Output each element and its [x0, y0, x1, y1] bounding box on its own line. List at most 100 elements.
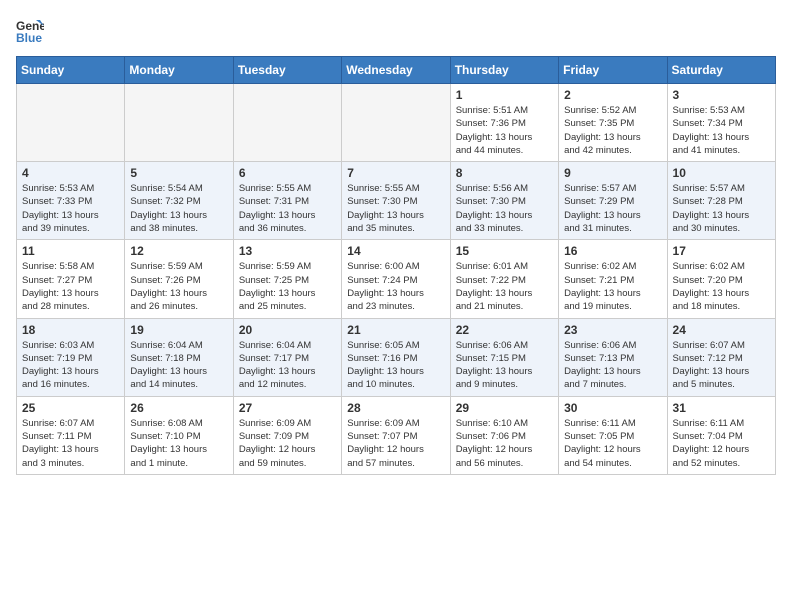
- day-info: Sunrise: 5:53 AM Sunset: 7:33 PM Dayligh…: [22, 182, 119, 235]
- day-number: 16: [564, 244, 661, 258]
- day-info: Sunrise: 6:08 AM Sunset: 7:10 PM Dayligh…: [130, 417, 227, 470]
- day-info: Sunrise: 6:11 AM Sunset: 7:05 PM Dayligh…: [564, 417, 661, 470]
- day-info: Sunrise: 5:51 AM Sunset: 7:36 PM Dayligh…: [456, 104, 553, 157]
- weekday-header: Friday: [559, 57, 667, 84]
- calendar-cell: 18 Sunrise: 6:03 AM Sunset: 7:19 PM Dayli…: [17, 318, 125, 396]
- day-info: Sunrise: 6:02 AM Sunset: 7:20 PM Dayligh…: [673, 260, 770, 313]
- day-number: 7: [347, 166, 444, 180]
- calendar-cell: 13Sunrise: 5:59 AM Sunset: 7:25 PM Dayli…: [233, 240, 341, 318]
- day-info: Sunrise: 5:53 AM Sunset: 7:34 PM Dayligh…: [673, 104, 770, 157]
- calendar-cell: 4 Sunrise: 5:53 AM Sunset: 7:33 PM Daylig…: [17, 162, 125, 240]
- day-info: Sunrise: 5:55 AM Sunset: 7:30 PM Dayligh…: [347, 182, 444, 235]
- day-info: Sunrise: 6:07 AM Sunset: 7:11 PM Dayligh…: [22, 417, 119, 470]
- day-number: 25: [22, 401, 119, 415]
- day-number: 3: [673, 88, 770, 102]
- calendar-header-row: SundayMondayTuesdayWednesdayThursdayFrid…: [17, 57, 776, 84]
- day-info: Sunrise: 6:09 AM Sunset: 7:07 PM Dayligh…: [347, 417, 444, 470]
- day-number: 2: [564, 88, 661, 102]
- calendar-cell: 2 Sunrise: 5:52 AM Sunset: 7:35 PM Daylig…: [559, 84, 667, 162]
- page-header: General Blue: [16, 16, 776, 44]
- calendar-cell: 26 Sunrise: 6:08 AM Sunset: 7:10 PM Dayli…: [125, 396, 233, 474]
- day-info: Sunrise: 6:04 AM Sunset: 7:18 PM Dayligh…: [130, 339, 227, 392]
- day-number: 21: [347, 323, 444, 337]
- calendar-cell: 24Sunrise: 6:07 AM Sunset: 7:12 PM Dayli…: [667, 318, 775, 396]
- calendar-cell: 22 Sunrise: 6:06 AM Sunset: 7:15 PM Dayli…: [450, 318, 558, 396]
- calendar-cell: 9 Sunrise: 5:57 AM Sunset: 7:29 PM Daylig…: [559, 162, 667, 240]
- calendar-cell: 7 Sunrise: 5:55 AM Sunset: 7:30 PM Daylig…: [342, 162, 450, 240]
- day-number: 5: [130, 166, 227, 180]
- day-info: Sunrise: 6:10 AM Sunset: 7:06 PM Dayligh…: [456, 417, 553, 470]
- calendar-week-row: 25 Sunrise: 6:07 AM Sunset: 7:11 PM Dayli…: [17, 396, 776, 474]
- day-number: 27: [239, 401, 336, 415]
- calendar-cell: 28 Sunrise: 6:09 AM Sunset: 7:07 PM Dayli…: [342, 396, 450, 474]
- day-info: Sunrise: 6:06 AM Sunset: 7:15 PM Dayligh…: [456, 339, 553, 392]
- calendar-cell: 30 Sunrise: 6:11 AM Sunset: 7:05 PM Dayli…: [559, 396, 667, 474]
- weekday-header: Monday: [125, 57, 233, 84]
- calendar-cell: [342, 84, 450, 162]
- day-number: 17: [673, 244, 770, 258]
- day-number: 10: [673, 166, 770, 180]
- calendar-week-row: 4 Sunrise: 5:53 AM Sunset: 7:33 PM Daylig…: [17, 162, 776, 240]
- calendar-cell: 29 Sunrise: 6:10 AM Sunset: 7:06 PM Dayli…: [450, 396, 558, 474]
- day-number: 11: [22, 244, 119, 258]
- day-info: Sunrise: 5:58 AM Sunset: 7:27 PM Dayligh…: [22, 260, 119, 313]
- day-info: Sunrise: 6:02 AM Sunset: 7:21 PM Dayligh…: [564, 260, 661, 313]
- calendar-cell: 5 Sunrise: 5:54 AM Sunset: 7:32 PM Daylig…: [125, 162, 233, 240]
- calendar-cell: 11 Sunrise: 5:58 AM Sunset: 7:27 PM Dayli…: [17, 240, 125, 318]
- calendar-cell: [17, 84, 125, 162]
- day-number: 30: [564, 401, 661, 415]
- day-number: 9: [564, 166, 661, 180]
- day-info: Sunrise: 5:57 AM Sunset: 7:28 PM Dayligh…: [673, 182, 770, 235]
- svg-text:Blue: Blue: [16, 31, 42, 44]
- day-number: 12: [130, 244, 227, 258]
- day-number: 24: [673, 323, 770, 337]
- calendar-week-row: 11 Sunrise: 5:58 AM Sunset: 7:27 PM Dayli…: [17, 240, 776, 318]
- day-number: 14: [347, 244, 444, 258]
- day-number: 18: [22, 323, 119, 337]
- logo: General Blue: [16, 16, 48, 44]
- day-info: Sunrise: 5:52 AM Sunset: 7:35 PM Dayligh…: [564, 104, 661, 157]
- weekday-header: Tuesday: [233, 57, 341, 84]
- day-number: 22: [456, 323, 553, 337]
- calendar-cell: 6 Sunrise: 5:55 AM Sunset: 7:31 PM Daylig…: [233, 162, 341, 240]
- day-number: 29: [456, 401, 553, 415]
- calendar-table: SundayMondayTuesdayWednesdayThursdayFrid…: [16, 56, 776, 475]
- calendar-cell: 23 Sunrise: 6:06 AM Sunset: 7:13 PM Dayli…: [559, 318, 667, 396]
- weekday-header: Thursday: [450, 57, 558, 84]
- day-number: 4: [22, 166, 119, 180]
- day-info: Sunrise: 6:01 AM Sunset: 7:22 PM Dayligh…: [456, 260, 553, 313]
- day-number: 8: [456, 166, 553, 180]
- day-info: Sunrise: 5:57 AM Sunset: 7:29 PM Dayligh…: [564, 182, 661, 235]
- day-number: 28: [347, 401, 444, 415]
- day-number: 20: [239, 323, 336, 337]
- weekday-header: Saturday: [667, 57, 775, 84]
- day-info: Sunrise: 6:05 AM Sunset: 7:16 PM Dayligh…: [347, 339, 444, 392]
- calendar-cell: 1 Sunrise: 5:51 AM Sunset: 7:36 PM Daylig…: [450, 84, 558, 162]
- day-number: 6: [239, 166, 336, 180]
- day-number: 15: [456, 244, 553, 258]
- calendar-cell: [125, 84, 233, 162]
- day-number: 23: [564, 323, 661, 337]
- day-info: Sunrise: 6:03 AM Sunset: 7:19 PM Dayligh…: [22, 339, 119, 392]
- day-number: 1: [456, 88, 553, 102]
- day-info: Sunrise: 6:09 AM Sunset: 7:09 PM Dayligh…: [239, 417, 336, 470]
- calendar-cell: 27 Sunrise: 6:09 AM Sunset: 7:09 PM Dayli…: [233, 396, 341, 474]
- calendar-cell: 14 Sunrise: 6:00 AM Sunset: 7:24 PM Dayli…: [342, 240, 450, 318]
- calendar-week-row: 1 Sunrise: 5:51 AM Sunset: 7:36 PM Daylig…: [17, 84, 776, 162]
- calendar-cell: [233, 84, 341, 162]
- calendar-cell: 31Sunrise: 6:11 AM Sunset: 7:04 PM Dayli…: [667, 396, 775, 474]
- day-info: Sunrise: 6:00 AM Sunset: 7:24 PM Dayligh…: [347, 260, 444, 313]
- calendar-cell: 20 Sunrise: 6:04 AM Sunset: 7:17 PM Dayli…: [233, 318, 341, 396]
- day-info: Sunrise: 6:04 AM Sunset: 7:17 PM Dayligh…: [239, 339, 336, 392]
- day-number: 26: [130, 401, 227, 415]
- day-info: Sunrise: 5:55 AM Sunset: 7:31 PM Dayligh…: [239, 182, 336, 235]
- weekday-header: Sunday: [17, 57, 125, 84]
- weekday-header: Wednesday: [342, 57, 450, 84]
- logo-icon: General Blue: [16, 16, 44, 44]
- calendar-cell: 17 Sunrise: 6:02 AM Sunset: 7:20 PM Dayli…: [667, 240, 775, 318]
- day-info: Sunrise: 6:06 AM Sunset: 7:13 PM Dayligh…: [564, 339, 661, 392]
- calendar-cell: 25 Sunrise: 6:07 AM Sunset: 7:11 PM Dayli…: [17, 396, 125, 474]
- day-info: Sunrise: 5:59 AM Sunset: 7:26 PM Dayligh…: [130, 260, 227, 313]
- day-number: 31: [673, 401, 770, 415]
- day-info: Sunrise: 5:54 AM Sunset: 7:32 PM Dayligh…: [130, 182, 227, 235]
